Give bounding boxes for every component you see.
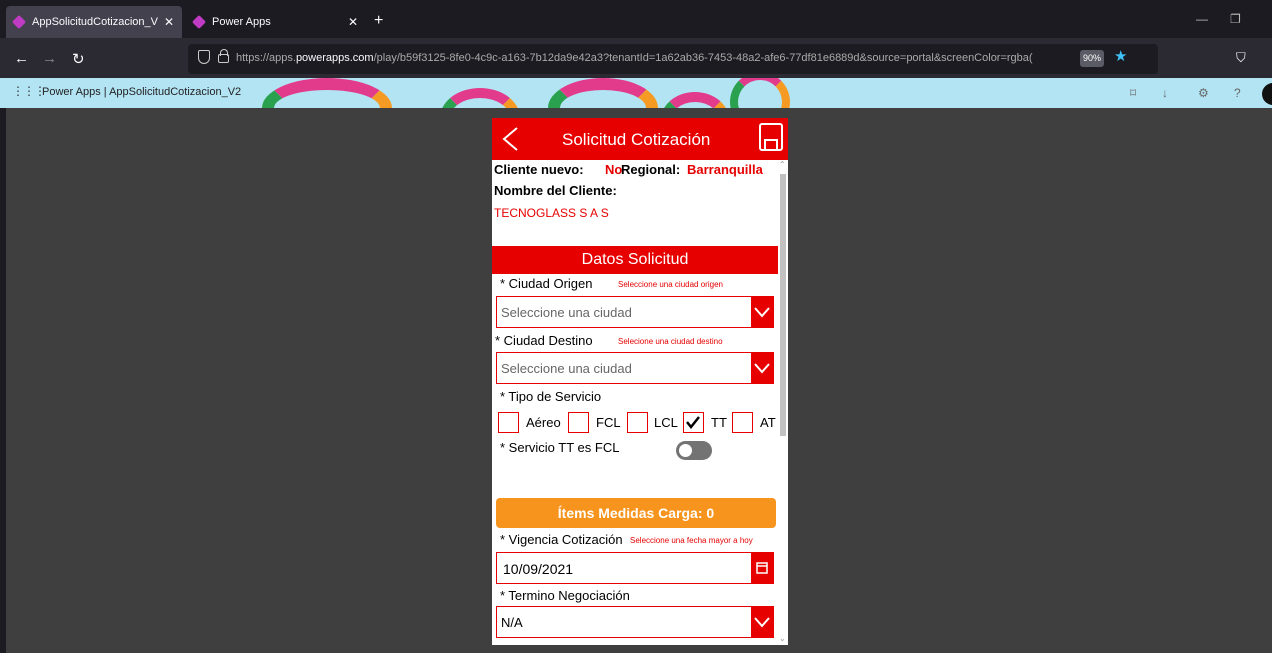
rainbow-decoration (262, 78, 392, 108)
vigencia-hint: Seleccione una fecha mayor a hoy (630, 536, 753, 545)
pocket-icon[interactable]: ⛉ (1236, 50, 1246, 66)
minimize-icon[interactable]: — (1196, 12, 1208, 26)
chevron-down-icon[interactable] (751, 297, 773, 327)
browser-tab-strip: AppSolicitudCotizacion_V2 - P ✕ Power Ap… (0, 0, 1272, 38)
url-text[interactable]: https://apps.powerapps.com/play/b59f3125… (236, 52, 1076, 64)
back-icon[interactable] (501, 126, 519, 152)
checkbox-aereo[interactable] (498, 412, 519, 433)
vigencia-label: * Vigencia Cotización (500, 532, 623, 547)
close-tab-icon[interactable]: ✕ (164, 15, 174, 29)
tipo-servicio-label: * Tipo de Servicio (500, 389, 602, 404)
nombre-cliente-value: TECNOGLASS S A S (494, 206, 609, 220)
screen-title: Solicitud Cotización (562, 130, 711, 149)
checkbox-fcl[interactable] (568, 412, 589, 433)
shield-icon[interactable] (198, 50, 210, 64)
checkbox-lcl-label: LCL (654, 415, 678, 430)
ciudad-origen-label: * Ciudad Origen (500, 276, 593, 291)
zoom-badge[interactable]: 90% (1080, 50, 1104, 67)
termino-negociacion-dropdown[interactable]: N/A (496, 606, 774, 638)
calendar-icon[interactable] (751, 553, 773, 583)
items-medidas-carga-button[interactable]: Ítems Medidas Carga: 0 (496, 498, 776, 528)
datos-solicitud-section: Datos Solicitud (492, 246, 778, 274)
scrollbar-thumb[interactable] (780, 174, 786, 436)
ciudad-destino-hint: Selecione una ciudad destino (618, 337, 723, 346)
ciudad-origen-dropdown[interactable]: Seleccione una ciudad (496, 296, 774, 328)
regional-value: Barranquilla (687, 162, 763, 177)
browser-tab-powerapps[interactable]: Power Apps ✕ (186, 6, 366, 38)
termino-negociacion-label: * Termino Negociación (500, 588, 630, 603)
vigencia-value: 10/09/2021 (503, 561, 574, 577)
checkbox-at[interactable] (732, 412, 753, 433)
checkbox-tt[interactable] (683, 412, 704, 433)
chevron-down-icon[interactable] (751, 353, 773, 383)
ciudad-origen-value: Seleccione una ciudad (501, 305, 632, 320)
cliente-nuevo-value: No (605, 162, 623, 177)
servicio-tt-fcl-label: * Servicio TT es FCL (500, 440, 620, 455)
form-scrollbar[interactable]: ⌃ ⌄ (778, 160, 788, 645)
lock-icon[interactable] (218, 49, 229, 63)
new-tab-button[interactable]: + (374, 12, 383, 30)
back-arrow-icon[interactable]: ← (14, 50, 29, 67)
restore-icon[interactable]: ❐ (1230, 12, 1241, 26)
reload-icon[interactable]: ↻ (72, 50, 85, 68)
powerapps-icon (194, 16, 206, 28)
checkbox-fcl-label: FCL (596, 415, 621, 430)
vigencia-date-picker[interactable]: 10/09/2021 (496, 552, 774, 584)
settings-gear-icon[interactable]: ⚙ (1198, 86, 1209, 100)
checkbox-tt-label: TT (711, 415, 727, 430)
checkmark-icon (686, 416, 700, 430)
app-launcher-icon[interactable]: ⋮⋮⋮ (12, 84, 46, 98)
url-path: /play/b59f3125-8fe0-4c9c-a163-7b12da9e42… (373, 52, 1033, 64)
ciudad-destino-value: Seleccione una ciudad (501, 361, 632, 376)
browser-tab-app[interactable]: AppSolicitudCotizacion_V2 - P ✕ (6, 6, 182, 38)
powerapps-header: ⋮⋮⋮ Power Apps | AppSolicitudCotizacion_… (0, 78, 1272, 108)
bookmark-star-icon[interactable]: ★ (1114, 47, 1127, 65)
chevron-down-icon[interactable] (751, 607, 773, 637)
rainbow-decoration (660, 92, 730, 108)
url-prefix: https://apps. (236, 52, 296, 64)
ciudad-origen-hint: Seleccione una ciudad origen (618, 280, 723, 289)
scroll-down-icon[interactable]: ⌄ (779, 634, 786, 643)
rainbow-decoration (440, 88, 520, 108)
ciudad-destino-dropdown[interactable]: Seleccione una ciudad (496, 352, 774, 384)
app-header-bar: Solicitud Cotización (492, 118, 788, 160)
ciudad-destino-label: * Ciudad Destino (495, 333, 593, 348)
app-screen: Solicitud Cotización Cliente nuevo: No R… (492, 118, 788, 645)
tab-title: AppSolicitudCotizacion_V2 - P (32, 16, 158, 28)
tab-title: Power Apps (212, 16, 271, 28)
forward-arrow-icon[interactable]: → (42, 50, 57, 67)
checkbox-lcl[interactable] (627, 412, 648, 433)
servicio-tt-fcl-toggle[interactable] (676, 441, 712, 460)
app-title: Power Apps | AppSolicitudCotizacion_V2 (42, 86, 242, 98)
nombre-cliente-label: Nombre del Cliente: (494, 183, 617, 198)
scroll-up-icon[interactable]: ⌃ (779, 160, 786, 169)
termino-negociacion-value: N/A (501, 615, 523, 630)
checkbox-aereo-label: Aéreo (526, 415, 561, 430)
rainbow-decoration (730, 78, 790, 108)
powerapps-icon (14, 16, 26, 28)
regional-label: Regional: (621, 162, 681, 177)
cliente-nuevo-label: Cliente nuevo: (494, 162, 584, 177)
checkbox-at-label: AT (760, 415, 776, 430)
url-domain: powerapps.com (295, 52, 374, 64)
fit-screen-icon[interactable]: ⌑ (1130, 86, 1136, 100)
close-tab-icon[interactable]: ✕ (348, 15, 358, 29)
help-icon[interactable]: ? (1234, 86, 1241, 100)
download-icon[interactable]: ↓ (1162, 86, 1168, 100)
save-icon[interactable] (758, 122, 784, 152)
rainbow-decoration (548, 78, 658, 108)
avatar[interactable] (1262, 83, 1272, 105)
